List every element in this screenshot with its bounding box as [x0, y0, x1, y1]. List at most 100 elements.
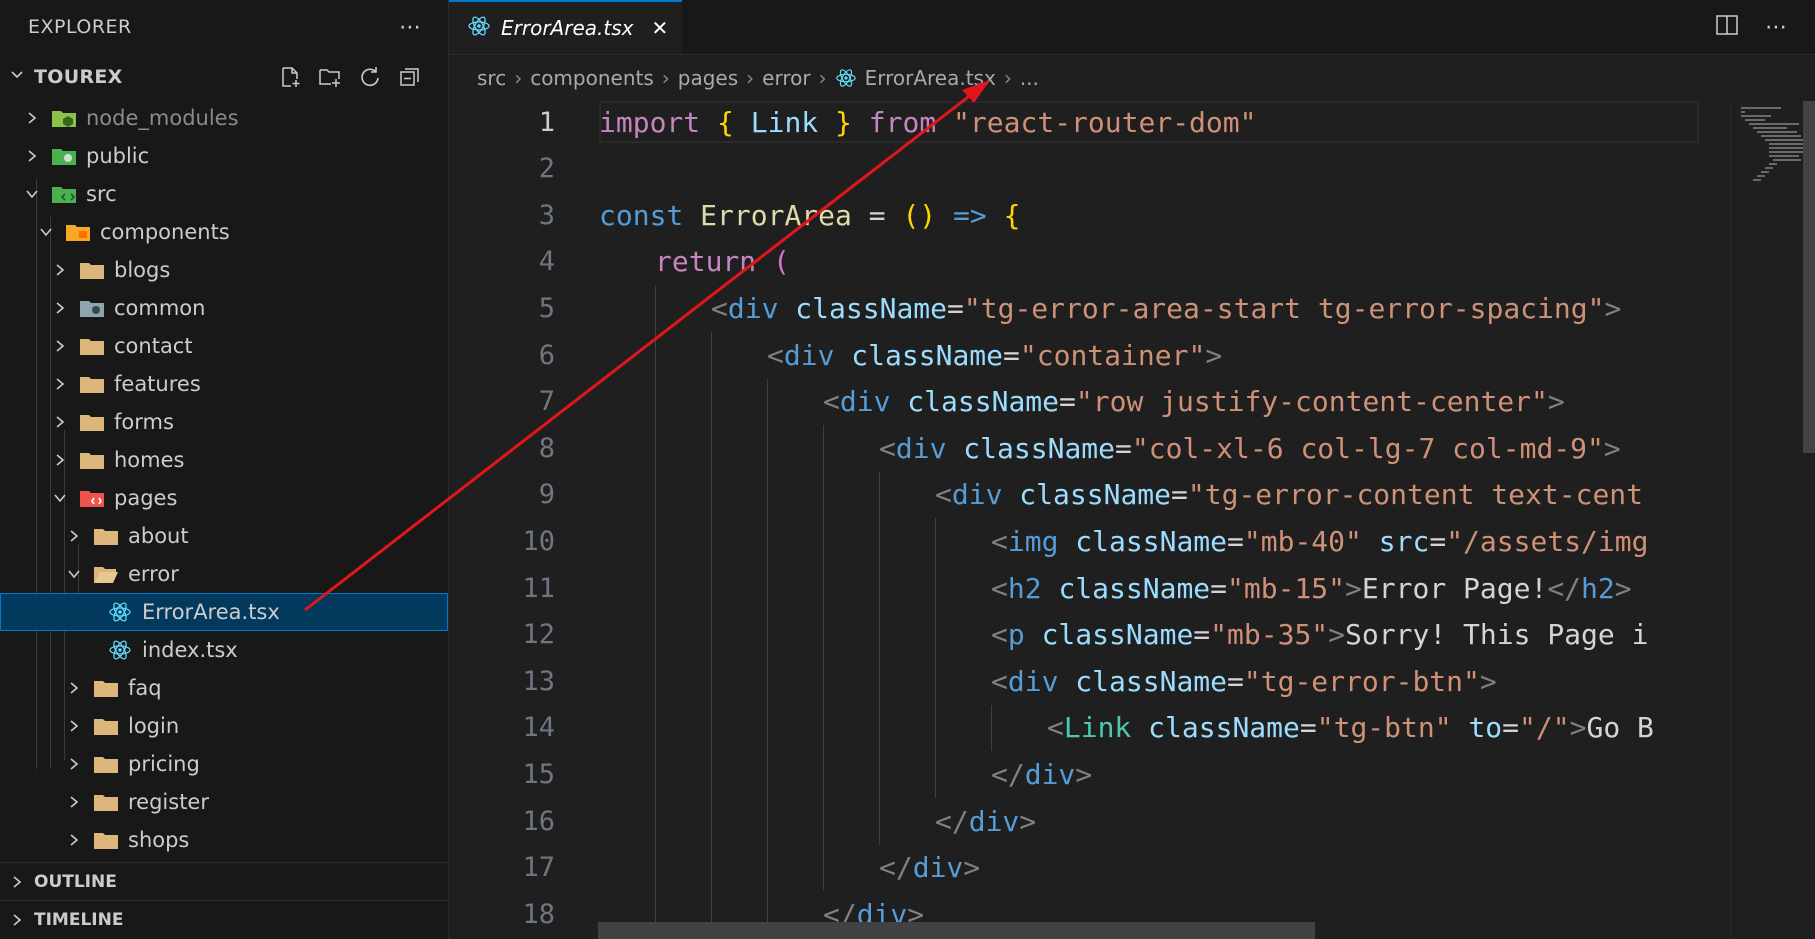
tree-item[interactable]: src [0, 175, 448, 213]
code-line[interactable]: 12 <p className="mb-35">Sorry! This Page … [449, 612, 1649, 658]
tree-item[interactable]: register [0, 783, 448, 821]
chevron-right-icon [64, 719, 84, 733]
folder-icon [78, 259, 106, 281]
tree-item[interactable]: about [0, 517, 448, 555]
components-folder-icon [64, 221, 92, 243]
tree-item[interactable]: blogs [0, 251, 448, 289]
tree-item[interactable]: components [0, 213, 448, 251]
tree-item[interactable]: shops [0, 821, 448, 859]
node-folder-icon [50, 107, 78, 129]
code-token: "tg-error-content text-cent [1187, 478, 1644, 512]
code-line[interactable]: 15 </div> [449, 751, 1649, 797]
tree-item[interactable]: features [0, 365, 448, 403]
folder-icon [92, 677, 120, 699]
chevron-right-icon [50, 263, 70, 277]
tree-item-label: node_modules [86, 106, 239, 130]
code-token: = [1115, 431, 1132, 465]
tree-item-label: public [86, 144, 150, 168]
line-number: 6 [538, 339, 555, 371]
code-token: { [717, 105, 734, 139]
more-actions-icon[interactable]: ⋯ [1765, 15, 1787, 40]
tree-item[interactable]: public [0, 137, 448, 175]
minimap[interactable] [1730, 101, 1805, 939]
code-token: () [902, 198, 937, 232]
code-token: Sorry! This Page i [1345, 618, 1649, 652]
chevron-right-icon: › [746, 66, 755, 90]
breadcrumb-item[interactable]: ErrorArea.tsx [865, 66, 996, 90]
code-token: > [1479, 664, 1497, 698]
tree-item-label: ErrorArea.tsx [142, 600, 280, 624]
tree-item[interactable]: pages [0, 479, 448, 517]
code-line[interactable]: 14 <Link className="tg-btn" to="/">Go B [449, 705, 1653, 751]
tree-item[interactable]: index.tsx [0, 631, 448, 669]
tree-item[interactable]: error [0, 555, 448, 593]
tree-item[interactable]: ErrorArea.tsx [0, 593, 448, 631]
code-token: src [1378, 524, 1430, 558]
outline-section[interactable]: OUTLINE [0, 862, 454, 900]
close-icon[interactable]: ✕ [651, 16, 668, 40]
code-line[interactable]: 17 </div> [449, 845, 1649, 891]
tree-item[interactable]: pricing [0, 745, 448, 783]
code-line[interactable]: 1 import { Link } from "react-router-dom" [449, 101, 1649, 145]
tree-item[interactable]: homes [0, 441, 448, 479]
breadcrumb-item[interactable]: src [477, 66, 506, 90]
code-token: div [912, 851, 964, 885]
indent-guide [991, 704, 992, 752]
code-line[interactable]: 11 <h2 className="mb-15">Error Page!</h2> [449, 565, 1649, 611]
code-line[interactable]: 10 <img className="mb-40" src="/assets/im… [449, 518, 1649, 564]
code-token: import [599, 105, 701, 139]
tree-item[interactable]: forms [0, 403, 448, 441]
folder-icon [78, 335, 106, 357]
tree-item[interactable]: faq [0, 669, 448, 707]
code-line[interactable]: 8 <div className="col-xl-6 col-lg-7 col-m… [449, 425, 1649, 471]
workspace-root[interactable]: TOUREX [0, 54, 448, 99]
tab-error-area[interactable]: ErrorArea.tsx ✕ [449, 0, 682, 54]
split-editor-icon[interactable] [1715, 14, 1739, 40]
folder-icon [78, 373, 106, 395]
folder-icon [92, 829, 120, 851]
code-editor[interactable]: 1 import { Link } from "react-router-dom"… [449, 101, 1735, 939]
chevron-right-icon: › [1003, 66, 1012, 90]
new-file-icon[interactable] [278, 65, 302, 89]
tree-item-label: features [114, 372, 201, 396]
tree-item[interactable]: common [0, 289, 448, 327]
code-token: < [991, 618, 1008, 652]
horizontal-scrollbar[interactable] [598, 922, 1315, 939]
refresh-icon[interactable] [358, 65, 382, 89]
more-actions-icon[interactable]: ⋯ [399, 15, 422, 40]
code-text: </div> [991, 758, 1092, 791]
timeline-section[interactable]: TIMELINE [0, 900, 454, 938]
breadcrumb-item[interactable]: error [762, 66, 810, 90]
breadcrumb-item[interactable]: ... [1020, 66, 1039, 90]
line-number: 2 [538, 153, 555, 185]
tree-item[interactable]: login [0, 707, 448, 745]
code-line[interactable]: 2 [449, 146, 1649, 192]
code-line[interactable]: 13 <div className="tg-error-btn"> [449, 658, 1649, 704]
code-token: to [1468, 711, 1503, 745]
code-token: className [1075, 524, 1228, 558]
code-token: </ [1547, 571, 1582, 605]
vertical-scrollbar[interactable] [1803, 101, 1815, 453]
chevron-right-icon [64, 757, 84, 771]
code-line[interactable]: 7 <div className="row justify-content-cen… [449, 379, 1649, 425]
code-line[interactable]: 5 <div className="tg-error-area-start tg-… [449, 285, 1649, 331]
code-token: = [868, 198, 886, 232]
tree-item[interactable]: node_modules [0, 99, 448, 137]
tree-item-label: components [100, 220, 230, 244]
tree-item-label: common [114, 296, 206, 320]
code-line[interactable]: 6 <div className="container"> [449, 332, 1649, 378]
tree-item[interactable]: contact [0, 327, 448, 365]
code-token: "tg-error-btn" [1243, 664, 1480, 698]
indent-guide [935, 658, 936, 705]
collapse-all-icon[interactable] [398, 65, 422, 89]
code-line[interactable]: 9 <div className="tg-error-content text-c… [449, 472, 1649, 518]
code-line[interactable]: 16 </div> [449, 798, 1649, 844]
breadcrumb-item[interactable]: components [530, 66, 654, 90]
breadcrumb-item[interactable]: pages [678, 66, 738, 90]
code-token: "tg-error-area-start tg-error-spacing" [963, 291, 1605, 325]
new-folder-icon[interactable] [318, 65, 342, 89]
code-token: < [991, 571, 1008, 605]
code-line[interactable]: 4 return ( [449, 239, 1649, 285]
code-line[interactable]: 3 const ErrorArea = () => { [449, 192, 1649, 238]
tree-item-label: contact [114, 334, 193, 358]
